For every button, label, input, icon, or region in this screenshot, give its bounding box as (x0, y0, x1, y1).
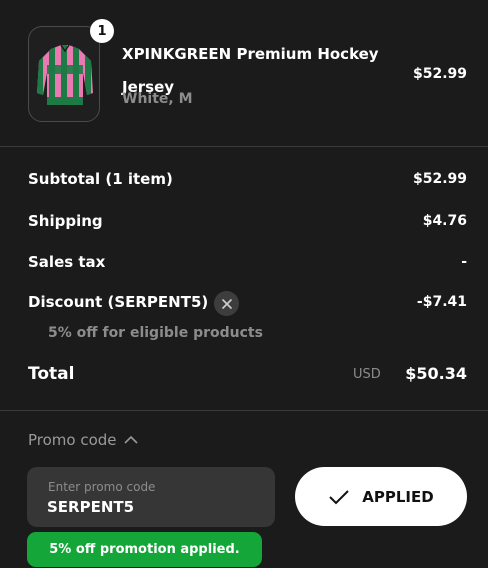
jersey-image (37, 44, 93, 105)
promo-success-message: 5% off promotion applied. (27, 532, 262, 567)
discount-label: Discount (SERPENT5) (28, 293, 209, 311)
sales-tax-value: - (461, 254, 467, 270)
total-label: Total (28, 364, 75, 384)
sales-tax-label: Sales tax (28, 253, 106, 271)
checkmark-icon (329, 489, 349, 504)
subtotal-label: Subtotal (1 item) (28, 170, 173, 188)
applied-button[interactable]: APPLIED (295, 467, 467, 526)
divider (0, 410, 488, 411)
close-icon (221, 298, 232, 309)
discount-note: 5% off for eligible products (48, 325, 263, 341)
subtotal-value: $52.99 (412, 171, 467, 187)
divider (0, 146, 488, 147)
promo-input-placeholder: Enter promo code (48, 480, 156, 494)
applied-button-label: APPLIED (362, 487, 434, 506)
promo-toggle-label: Promo code (28, 431, 117, 449)
product-variant: White, M (122, 91, 193, 107)
discount-value: -$7.41 (416, 294, 467, 310)
shipping-label: Shipping (28, 212, 103, 230)
promo-input-value: SERPENT5 (47, 498, 135, 516)
remove-discount-button[interactable] (214, 291, 239, 316)
promo-code-input[interactable]: Enter promo code SERPENT5 (27, 467, 275, 527)
shipping-value: $4.76 (422, 213, 467, 229)
product-thumbnail (28, 26, 100, 122)
total-value: $50.34 (405, 364, 467, 383)
product-price: $52.99 (412, 66, 467, 82)
quantity-badge: 1 (90, 19, 114, 43)
chevron-up-icon (123, 435, 138, 444)
promo-code-toggle[interactable]: Promo code (28, 431, 139, 449)
currency-code: USD (353, 367, 381, 382)
